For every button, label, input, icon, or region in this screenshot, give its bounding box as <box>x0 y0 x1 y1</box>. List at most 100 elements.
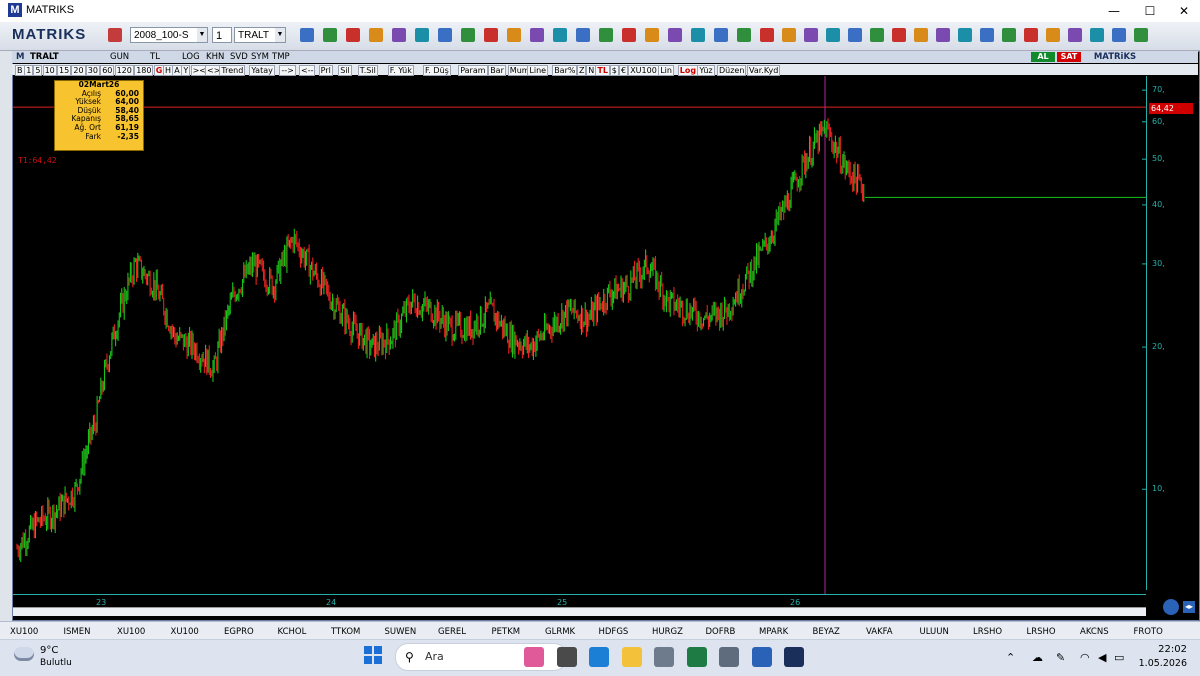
folder-icon[interactable] <box>621 647 642 667</box>
scale-label[interactable]: LOG <box>182 52 200 62</box>
cursor-icon[interactable] <box>323 28 337 42</box>
chart-btn-15[interactable]: 15 <box>57 65 72 76</box>
tab-suwen[interactable]: SUWEN <box>385 627 417 637</box>
chart-btn-sil[interactable]: Sil <box>338 65 352 76</box>
tab-hurgz[interactable]: HURGZ <box>652 627 683 637</box>
chart-btn-120[interactable]: 120 <box>114 65 134 76</box>
twitter-icon[interactable] <box>848 28 862 42</box>
fx-icon[interactable] <box>691 28 705 42</box>
flowers-icon[interactable] <box>524 647 544 667</box>
text-a-icon[interactable] <box>530 28 544 42</box>
sym-label[interactable]: SYM <box>251 52 269 62</box>
currency-label[interactable]: TL <box>150 52 160 62</box>
chart-btn-f-d-[interactable]: F. Düş <box>423 65 451 76</box>
chart-btn-30[interactable]: 30 <box>85 65 100 76</box>
tab-lrsho[interactable]: LRSHO <box>1027 627 1056 637</box>
scroll-arrows-icon[interactable]: ◂▸ <box>1183 601 1195 613</box>
link-icon[interactable] <box>1002 28 1016 42</box>
palette-icon[interactable] <box>369 28 383 42</box>
tab-egpro[interactable]: EGPRO <box>224 627 254 637</box>
handshake-icon[interactable] <box>438 28 452 42</box>
calculator-icon[interactable] <box>719 647 739 667</box>
chart-btn-f-y-k[interactable]: F. Yük <box>387 65 414 76</box>
zoom-icon[interactable] <box>300 28 314 42</box>
chart-btn-bar-[interactable]: Bar% <box>552 65 578 76</box>
chart-btn--[interactable]: $ <box>609 65 619 76</box>
refresh-icon[interactable] <box>1163 599 1179 615</box>
tab-akcns[interactable]: AKCNS <box>1080 627 1109 637</box>
chart-btn-y-z[interactable]: Yüz <box>697 65 715 76</box>
table-icon[interactable] <box>484 28 498 42</box>
chart-btn-180[interactable]: 180 <box>134 65 154 76</box>
news-icon[interactable] <box>599 28 613 42</box>
grid-icon[interactable] <box>576 28 590 42</box>
svd-label[interactable]: SVD <box>230 52 248 62</box>
chart-btn-b[interactable]: B <box>15 65 25 76</box>
buy-button[interactable]: AL <box>1031 52 1055 62</box>
list-icon[interactable] <box>461 28 475 42</box>
people2-icon[interactable] <box>1046 28 1060 42</box>
tab-hdfgs[interactable]: HDFGS <box>599 627 629 637</box>
chart-btn--[interactable]: <-- <box>299 65 316 76</box>
cloud-icon[interactable] <box>14 647 34 661</box>
chart-btn-10[interactable]: 10 <box>42 65 57 76</box>
email-icon[interactable] <box>1068 28 1082 42</box>
chart-btn-xu100[interactable]: XU100 <box>628 65 659 76</box>
chart-btn-d-zen[interactable]: Düzen <box>717 65 747 76</box>
chart-btn-var-kyd[interactable]: Var.Kyd <box>747 65 781 76</box>
tab-beyaz[interactable]: BEYAZ <box>813 627 840 637</box>
copy-icon[interactable] <box>826 28 840 42</box>
tab-xu100[interactable]: XU100 <box>171 627 199 637</box>
tab-vakfa[interactable]: VAKFA <box>866 627 893 637</box>
tab-uluun[interactable]: ULUUN <box>920 627 949 637</box>
chart-btn-tl[interactable]: TL <box>595 65 610 76</box>
mail-icon[interactable] <box>645 28 659 42</box>
chart-symbol[interactable]: TRALT <box>30 52 59 62</box>
maximize-button[interactable]: ☐ <box>1132 2 1168 20</box>
tmp-label[interactable]: TMP <box>272 52 290 62</box>
star-icon[interactable] <box>870 28 884 42</box>
u-icon[interactable] <box>553 28 567 42</box>
chart-btn-5[interactable]: 5 <box>33 65 43 76</box>
horizontal-scrollbar[interactable] <box>13 607 1146 616</box>
symbol-select[interactable]: TRALT ▼ <box>234 27 286 43</box>
chart-btn--[interactable]: --> <box>279 65 296 76</box>
chart-btn-1[interactable]: 1 <box>24 65 34 76</box>
chart-btn-yatay[interactable]: Yatay <box>249 65 275 76</box>
monitor-icon[interactable] <box>392 28 406 42</box>
clock-icon[interactable] <box>415 28 429 42</box>
terminal-icon[interactable] <box>556 647 577 667</box>
chart-btn-y[interactable]: Y <box>181 65 191 76</box>
chrome-icon[interactable] <box>654 647 674 667</box>
chart-btn-a[interactable]: A <box>172 65 182 76</box>
chart-btn-line[interactable]: Line <box>527 65 549 76</box>
chart-btn-z[interactable]: Z <box>577 65 587 76</box>
tab-lrsho[interactable]: LRSHO <box>973 627 1002 637</box>
khn-label[interactable]: KHN <box>206 52 224 62</box>
chart-btn-60[interactable]: 60 <box>100 65 115 76</box>
user-icon[interactable] <box>714 28 728 42</box>
chart-btn-bar[interactable]: Bar <box>488 65 506 76</box>
chart-btn-param[interactable]: Param <box>458 65 488 76</box>
clock-date[interactable]: 1.05.2026 <box>1128 658 1187 669</box>
line-chart-icon[interactable] <box>668 28 682 42</box>
www-icon[interactable] <box>622 28 636 42</box>
chevron-up-icon[interactable]: ⌃ <box>1006 651 1015 664</box>
tab-mpark[interactable]: MPARK <box>759 627 788 637</box>
tab-xu100[interactable]: XU100 <box>10 627 38 637</box>
bar-chart-icon[interactable] <box>346 28 360 42</box>
tab-ttkom[interactable]: TTKOM <box>331 627 360 637</box>
settings-icon[interactable] <box>1134 28 1148 42</box>
pen-icon[interactable]: ✎ <box>1056 651 1065 664</box>
chart-btn--[interactable]: € <box>619 65 629 76</box>
layout-select[interactable]: 2008_100-S ▼ <box>130 27 208 43</box>
tab-ismen[interactable]: ISMEN <box>64 627 91 637</box>
chart-menu-icon[interactable]: M <box>16 52 24 62</box>
cloud-sync-icon[interactable]: ☁ <box>1032 651 1043 664</box>
page-number-select[interactable]: 1 <box>212 27 232 43</box>
check-icon[interactable] <box>892 28 906 42</box>
volume-icon[interactable]: ◀ <box>1098 651 1106 664</box>
tab-gerel[interactable]: GEREL <box>438 627 466 637</box>
period-label[interactable]: GUN <box>110 52 129 62</box>
tab-glrmk[interactable]: GLRMK <box>545 627 575 637</box>
